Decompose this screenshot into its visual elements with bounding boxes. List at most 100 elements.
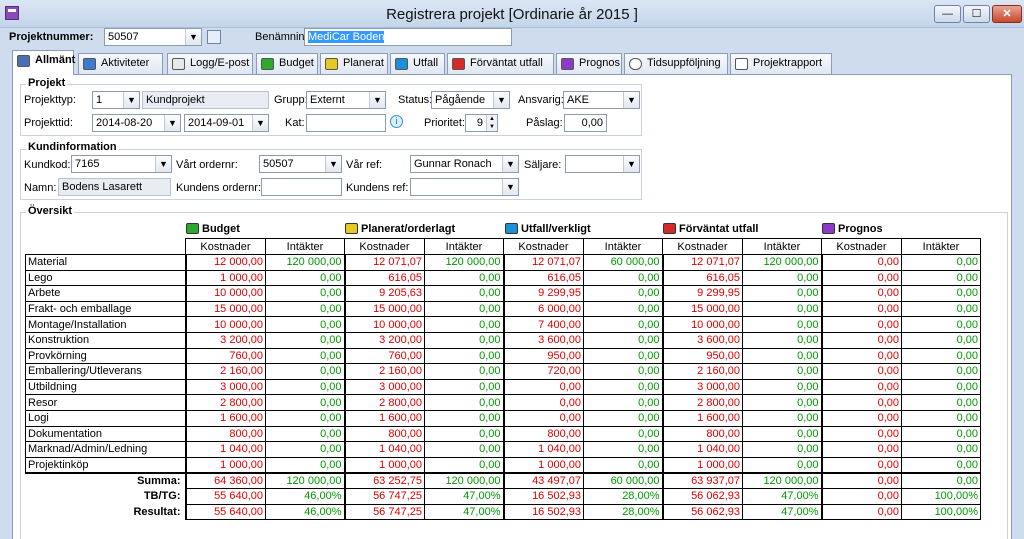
value-cell[interactable]: 28,00% (583, 487, 663, 505)
value-cell[interactable]: 2 800,00 (343, 394, 425, 411)
tab-logg[interactable]: Logg/E-post (167, 53, 253, 74)
value-cell[interactable]: 0,00 (265, 300, 345, 318)
value-cell[interactable]: 0,00 (502, 394, 584, 411)
value-cell[interactable]: 0,00 (820, 425, 902, 443)
value-cell[interactable]: 0,00 (901, 254, 981, 271)
chevron-down-icon[interactable]: ▼ (502, 179, 518, 195)
value-cell[interactable]: 1 000,00 (661, 456, 743, 474)
vart-ordernr-combo[interactable]: 50507 ▼ (259, 155, 342, 173)
value-cell[interactable]: 0,00 (820, 254, 902, 271)
value-cell[interactable]: 3 200,00 (184, 331, 266, 349)
value-cell[interactable]: 0,00 (583, 409, 663, 427)
value-cell[interactable]: 0,00 (820, 456, 902, 474)
value-cell[interactable]: 15 000,00 (343, 300, 425, 318)
value-cell[interactable]: 12 000,00 (184, 254, 266, 271)
value-cell[interactable]: 28,00% (583, 503, 663, 521)
value-cell[interactable]: 0,00 (424, 269, 504, 287)
tab-budget[interactable]: Budget (256, 53, 318, 74)
value-cell[interactable]: 0,00 (742, 316, 822, 333)
value-cell[interactable]: 950,00 (502, 347, 584, 365)
value-cell[interactable]: 0,00 (901, 471, 981, 489)
value-cell[interactable]: 9 299,95 (661, 285, 743, 302)
value-cell[interactable]: 0,00 (265, 456, 345, 474)
value-cell[interactable]: 56 747,25 (343, 503, 425, 521)
value-cell[interactable]: 0,00 (424, 331, 504, 349)
value-cell[interactable]: 56 062,93 (661, 487, 743, 505)
value-cell[interactable]: 120 000,00 (742, 254, 822, 271)
value-cell[interactable]: 0,00 (265, 409, 345, 427)
projekttyp-combo[interactable]: 1 ▼ (92, 91, 140, 109)
tab-projektrapport[interactable]: Projektrapport (730, 53, 832, 74)
value-cell[interactable]: 0,00 (265, 363, 345, 380)
value-cell[interactable]: 12 071,07 (343, 254, 425, 271)
value-cell[interactable]: 63 937,07 (661, 471, 743, 489)
value-cell[interactable]: 0,00 (901, 378, 981, 396)
value-cell[interactable]: 0,00 (820, 363, 902, 380)
value-cell[interactable]: 0,00 (901, 425, 981, 443)
value-cell[interactable]: 0,00 (742, 378, 822, 396)
value-cell[interactable]: 9 205,63 (343, 285, 425, 302)
chevron-down-icon[interactable]: ▼ (623, 92, 639, 108)
value-cell[interactable]: 0,00 (742, 441, 822, 458)
value-cell[interactable]: 1 000,00 (343, 456, 425, 474)
value-cell[interactable]: 0,00 (901, 409, 981, 427)
prioritet-spinner[interactable]: 9 ▲ ▼ (465, 114, 498, 132)
value-cell[interactable]: 0,00 (742, 409, 822, 427)
value-cell[interactable]: 0,00 (820, 269, 902, 287)
value-cell[interactable]: 3 000,00 (661, 378, 743, 396)
value-cell[interactable]: 10 000,00 (184, 285, 266, 302)
copy-icon[interactable] (207, 30, 221, 44)
paslag-input[interactable]: 0,00 (564, 114, 607, 132)
chevron-down-icon[interactable]: ▼ (502, 156, 518, 172)
value-cell[interactable]: 60 000,00 (583, 471, 663, 489)
chevron-down-icon[interactable]: ▼ (325, 156, 341, 172)
value-cell[interactable]: 0,00 (424, 300, 504, 318)
value-cell[interactable]: 0,00 (583, 441, 663, 458)
tab-forvantat-utfall[interactable]: Förväntat utfall (447, 53, 554, 74)
value-cell[interactable]: 0,00 (265, 316, 345, 333)
value-cell[interactable]: 1 040,00 (343, 441, 425, 458)
value-cell[interactable]: 0,00 (820, 331, 902, 349)
value-cell[interactable]: 0,00 (265, 441, 345, 458)
value-cell[interactable]: 950,00 (661, 347, 743, 365)
benamning-input[interactable]: MediCar Boden (304, 28, 512, 46)
value-cell[interactable]: 0,00 (901, 441, 981, 458)
value-cell[interactable]: 0,00 (742, 456, 822, 474)
value-cell[interactable]: 0,00 (820, 378, 902, 396)
value-cell[interactable]: 2 800,00 (184, 394, 266, 411)
value-cell[interactable]: 0,00 (901, 363, 981, 380)
value-cell[interactable]: 0,00 (424, 456, 504, 474)
value-cell[interactable]: 0,00 (901, 269, 981, 287)
grupp-combo[interactable]: Externt ▼ (306, 91, 386, 109)
value-cell[interactable]: 0,00 (583, 378, 663, 396)
chevron-down-icon[interactable]: ▼ (493, 92, 509, 108)
kundkod-combo[interactable]: 7165 ▼ (71, 155, 172, 173)
projektnummer-combo[interactable]: 50507 ▼ (104, 28, 202, 46)
kundens-ordernr-input[interactable] (261, 178, 342, 196)
value-cell[interactable]: 0,00 (424, 441, 504, 458)
value-cell[interactable]: 0,00 (424, 316, 504, 333)
value-cell[interactable]: 9 299,95 (502, 285, 584, 302)
value-cell[interactable]: 0,00 (502, 378, 584, 396)
value-cell[interactable]: 760,00 (184, 347, 266, 365)
tab-tidsuppfoljning[interactable]: Tidsuppföljning (624, 53, 728, 74)
value-cell[interactable]: 0,00 (742, 331, 822, 349)
value-cell[interactable]: 0,00 (901, 285, 981, 302)
value-cell[interactable]: 47,00% (424, 503, 504, 521)
value-cell[interactable]: 47,00% (742, 487, 822, 505)
ansvarig-combo[interactable]: AKE ▼ (563, 91, 640, 109)
value-cell[interactable]: 0,00 (265, 394, 345, 411)
value-cell[interactable]: 15 000,00 (184, 300, 266, 318)
value-cell[interactable]: 12 071,07 (502, 254, 584, 271)
value-cell[interactable]: 47,00% (424, 487, 504, 505)
value-cell[interactable]: 0,00 (265, 269, 345, 287)
value-cell[interactable]: 1 040,00 (661, 441, 743, 458)
tab-allmant[interactable]: Allmänt (12, 50, 75, 75)
value-cell[interactable]: 10 000,00 (343, 316, 425, 333)
tab-planerat[interactable]: Planerat (320, 53, 388, 74)
value-cell[interactable]: 0,00 (265, 425, 345, 443)
value-cell[interactable]: 63 252,75 (343, 471, 425, 489)
value-cell[interactable]: 0,00 (820, 316, 902, 333)
value-cell[interactable]: 3 000,00 (184, 378, 266, 396)
value-cell[interactable]: 3 200,00 (343, 331, 425, 349)
